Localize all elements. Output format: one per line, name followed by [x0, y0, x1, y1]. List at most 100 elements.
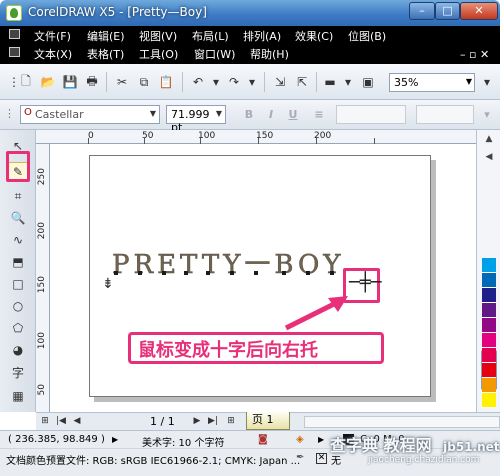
last-page-icon[interactable]: ▶| — [206, 415, 220, 428]
open-icon[interactable]: 📂 — [38, 72, 58, 92]
freehand-tool-icon[interactable]: ∿ — [8, 230, 28, 250]
annotation-arrow-icon — [284, 296, 348, 331]
application-launcher-icon[interactable]: ▬ — [320, 72, 340, 92]
menu-window[interactable]: 窗口(W) — [194, 47, 235, 63]
minimize-button[interactable]: – — [409, 2, 435, 20]
page-navigator: ⊞ |◀ ◀ 1 / 1 ▶ ▶| ⊞ 页 1 — [36, 412, 500, 430]
text-node[interactable] — [282, 271, 286, 275]
toolbar-separator — [182, 72, 183, 92]
horizontal-scrollbar[interactable] — [304, 416, 500, 428]
new-document-icon[interactable]: 🗋 — [16, 72, 36, 92]
char-format-box[interactable] — [336, 105, 406, 124]
ellipse-tool-icon[interactable]: ○ — [8, 296, 28, 316]
close-button[interactable]: ✕ — [460, 2, 498, 20]
color-palette[interactable] — [482, 258, 496, 408]
text-node[interactable] — [330, 271, 334, 275]
menu-bitmaps[interactable]: 位图(B) — [348, 29, 386, 45]
text-spacing-handle-icon[interactable]: ⇟ — [102, 276, 114, 292]
palette-swatch[interactable] — [482, 333, 496, 348]
menu-effects[interactable]: 效果(C) — [295, 29, 333, 45]
menu-file[interactable]: 文件(F) — [34, 29, 71, 45]
text-node[interactable] — [254, 271, 258, 275]
menu-view[interactable]: 视图(V) — [139, 29, 177, 45]
palette-swatch[interactable] — [482, 378, 496, 393]
edit-fill-icon[interactable]: ◙ — [258, 434, 268, 445]
table-tool-icon[interactable]: ▦ — [8, 386, 28, 406]
palette-swatch[interactable] — [482, 363, 496, 378]
outline-pen-icon: ✒ — [296, 452, 305, 463]
menu-edit[interactable]: 编辑(E) — [87, 29, 125, 45]
text-orientation-icon[interactable]: ▾ — [478, 106, 496, 124]
menu-text[interactable]: 文本(X) — [34, 47, 72, 63]
redo-dropdown-icon[interactable]: ▾ — [242, 72, 262, 92]
font-family-select[interactable]: O Castellar ▼ — [20, 105, 160, 124]
menu-tools[interactable]: 工具(O) — [139, 47, 178, 63]
toolbar-options-icon[interactable]: ▾ — [477, 72, 497, 92]
export-icon[interactable]: ⇱ — [292, 72, 312, 92]
fill-flyout-icon[interactable]: ▶ — [318, 435, 324, 444]
menu-help[interactable]: 帮助(H) — [250, 47, 289, 63]
bold-button[interactable]: B — [240, 106, 258, 124]
artistic-text-object[interactable]: PRETTY一BOY — [112, 244, 344, 281]
scroll-up-icon[interactable]: ▲ — [481, 134, 497, 146]
underline-button[interactable]: U — [284, 106, 302, 124]
text-tool-icon[interactable]: 字 — [8, 362, 28, 382]
title-bar: CorelDRAW X5 - [Pretty—Boy] – □ ✕ — [0, 0, 500, 26]
status-expand-icon[interactable]: ▶ — [112, 435, 118, 444]
prev-page-icon[interactable]: ◀ — [70, 415, 84, 428]
text-node[interactable] — [138, 271, 142, 275]
menu-arrange[interactable]: 排列(A) — [243, 29, 281, 45]
polygon-tool-icon[interactable]: ⬠ — [8, 318, 28, 338]
launcher-dropdown-icon[interactable]: ▾ — [338, 72, 358, 92]
undo-dropdown-icon[interactable]: ▾ — [206, 72, 226, 92]
menu-layout[interactable]: 布局(L) — [192, 29, 229, 45]
first-page-icon[interactable]: |◀ — [54, 415, 68, 428]
cut-icon[interactable]: ✂ — [112, 72, 132, 92]
palette-swatch[interactable] — [482, 273, 496, 288]
text-node[interactable] — [306, 271, 310, 275]
copy-icon[interactable]: ⧉ — [134, 72, 154, 92]
rectangle-tool-icon[interactable]: □ — [8, 274, 28, 294]
palette-swatch[interactable] — [482, 393, 496, 408]
add-page-icon[interactable]: ⊞ — [38, 415, 52, 428]
text-node[interactable] — [114, 271, 118, 275]
palette-swatch[interactable] — [482, 348, 496, 363]
text-node[interactable] — [162, 271, 166, 275]
next-page-icon[interactable]: ▶ — [190, 415, 204, 428]
page-tab[interactable]: 页 1 — [246, 412, 290, 430]
crop-tool-icon[interactable]: ⌗ — [8, 186, 28, 206]
font-size-select[interactable]: 71.999 pt ▼ — [166, 105, 226, 134]
doc-window-controls[interactable]: – ▫ ✕ — [460, 48, 489, 61]
italic-button[interactable]: I — [262, 106, 280, 124]
palette-swatch[interactable] — [482, 318, 496, 333]
text-node[interactable] — [206, 271, 210, 275]
add-page-after-icon[interactable]: ⊞ — [224, 415, 238, 428]
vertical-ruler[interactable]: 250 200 150 100 50 — [36, 144, 50, 412]
palette-flyout-icon[interactable]: ◀ — [481, 152, 497, 164]
undo-icon[interactable]: ↶ — [188, 72, 208, 92]
paste-icon[interactable]: 📋 — [156, 72, 176, 92]
outline-none-icon[interactable]: ✕ — [316, 453, 327, 464]
smart-fill-tool-icon[interactable]: ⬒ — [8, 252, 28, 272]
zoom-level-select[interactable]: 35% ▼ — [389, 73, 475, 92]
save-icon[interactable]: 💾 — [60, 72, 80, 92]
toolbar-grip: ⋮ — [4, 107, 15, 120]
import-icon[interactable]: ⇲ — [270, 72, 290, 92]
toolbar-separator — [106, 72, 107, 92]
redo-icon[interactable]: ↷ — [224, 72, 244, 92]
menu-table[interactable]: 表格(T) — [87, 47, 124, 63]
zoom-tool-icon[interactable]: 🔍 — [8, 208, 28, 228]
text-node[interactable] — [184, 271, 188, 275]
paragraph-format-box[interactable] — [416, 105, 474, 124]
fill-bucket-icon: ◈ — [296, 434, 304, 445]
palette-swatch[interactable] — [482, 303, 496, 318]
basic-shapes-tool-icon[interactable]: ◕ — [8, 340, 28, 360]
welcome-screen-icon[interactable]: ▣ — [358, 72, 378, 92]
align-icon[interactable]: ≡ — [310, 106, 328, 124]
horizontal-ruler[interactable]: 0 50 100 150 200 — [36, 130, 476, 144]
palette-swatch[interactable] — [482, 288, 496, 303]
text-node[interactable] — [230, 271, 234, 275]
print-icon[interactable]: 🖶 — [82, 72, 102, 92]
maximize-button[interactable]: □ — [435, 2, 460, 20]
palette-swatch[interactable] — [482, 258, 496, 273]
